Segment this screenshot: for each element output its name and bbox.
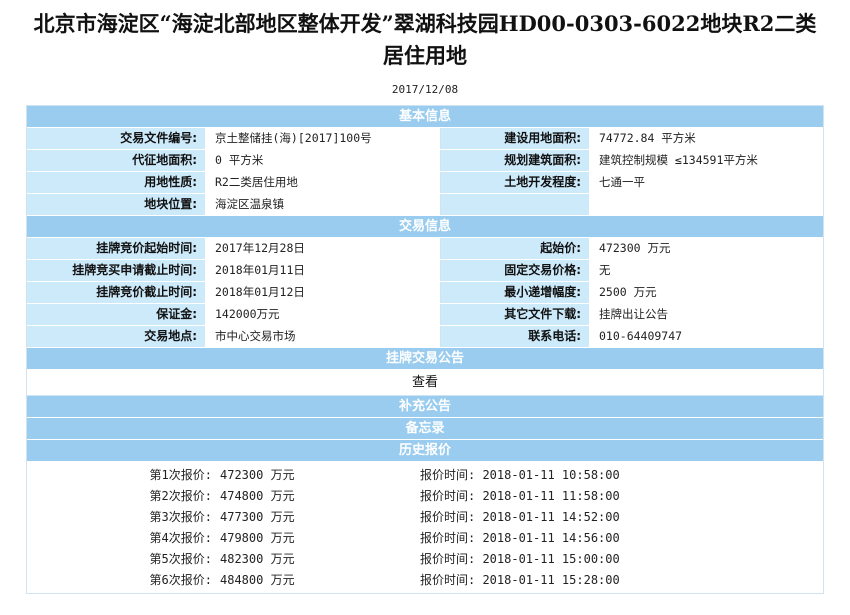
row-label: 建设用地面积: <box>441 128 589 149</box>
table-row: 保证金: 142000万元 其它文件下载: 挂牌出让公告 <box>27 304 823 326</box>
row-label: 挂牌竞价起始时间: <box>27 238 205 259</box>
publish-date: 2017/12/08 <box>391 83 459 96</box>
download-link[interactable]: 挂牌出让公告 <box>589 304 823 325</box>
bid-amount: 474800 万元 <box>220 489 295 503</box>
row-label: 交易文件编号: <box>27 128 205 149</box>
bid-history-list: 第1次报价: 472300 万元 报价时间: 2018-01-11 10:58:… <box>27 462 823 593</box>
row-value: 0 平方米 <box>205 150 441 171</box>
list-item: 第1次报价: 472300 万元 报价时间: 2018-01-11 10:58:… <box>27 465 823 486</box>
table-row: 挂牌竞价截止时间: 2018年01月12日 最小递增幅度: 2500 万元 <box>27 282 823 304</box>
list-item: 第2次报价: 474800 万元 报价时间: 2018-01-11 11:58:… <box>27 486 823 507</box>
bid-time: 报价时间: 2018-01-11 14:52:00 <box>420 510 620 524</box>
list-item: 第6次报价: 484800 万元 报价时间: 2018-01-11 15:28:… <box>27 570 823 591</box>
bid-amount: 479800 万元 <box>220 531 295 545</box>
section-header-memo: 备忘录 <box>27 418 823 440</box>
row-label: 挂牌竞价截止时间: <box>27 282 205 303</box>
table-row: 交易地点: 市中心交易市场 联系电话: 010-64409747 <box>27 326 823 348</box>
bid-number: 第2次报价: <box>149 489 212 503</box>
row-value: 142000万元 <box>205 304 441 325</box>
page-title-line2: 居住用地 <box>383 43 467 68</box>
bid-time: 报价时间: 2018-01-11 14:56:00 <box>420 531 620 545</box>
row-label: 固定交易价格: <box>441 260 589 281</box>
row-label: 土地开发程度: <box>441 172 589 193</box>
row-value: 建筑控制规模 ≤134591平方米 <box>589 150 823 171</box>
bid-number: 第6次报价: <box>149 573 212 587</box>
bid-number: 第3次报价: <box>149 510 212 524</box>
row-label: 最小递增幅度: <box>441 282 589 303</box>
row-label: 代征地面积: <box>27 150 205 171</box>
row-label: 用地性质: <box>27 172 205 193</box>
land-info-table: 基本信息 交易文件编号: 京土整储挂(海)[2017]100号 建设用地面积: … <box>26 105 824 594</box>
row-label: 地块位置: <box>27 194 205 215</box>
row-label: 交易地点: <box>27 326 205 347</box>
table-row: 代征地面积: 0 平方米 规划建筑面积: 建筑控制规模 ≤134591平方米 <box>27 150 823 172</box>
row-label: 规划建筑面积: <box>441 150 589 171</box>
table-row: 用地性质: R2二类居住用地 土地开发程度: 七通一平 <box>27 172 823 194</box>
section-header-supplement: 补充公告 <box>27 396 823 418</box>
table-row: 挂牌竞买申请截止时间: 2018年01月11日 固定交易价格: 无 <box>27 260 823 282</box>
row-value <box>589 194 823 215</box>
bid-time: 报价时间: 2018-01-11 11:58:00 <box>420 489 620 503</box>
row-value: 74772.84 平方米 <box>589 128 823 149</box>
section-header-history: 历史报价 <box>27 440 823 462</box>
row-value: R2二类居住用地 <box>205 172 441 193</box>
row-value: 京土整储挂(海)[2017]100号 <box>205 128 441 149</box>
bid-time: 报价时间: 2018-01-11 15:28:00 <box>420 573 620 587</box>
row-value: 无 <box>589 260 823 281</box>
bid-number: 第4次报价: <box>149 531 212 545</box>
list-item: 第4次报价: 479800 万元 报价时间: 2018-01-11 14:56:… <box>27 528 823 549</box>
row-label: 起始价: <box>441 238 589 259</box>
row-value: 2018年01月12日 <box>205 282 441 303</box>
row-value: 七通一平 <box>589 172 823 193</box>
page-title-line1: 北京市海淀区“海淀北部地区整体开发”翠湖科技园HD00-0303-6022地块R… <box>33 11 817 36</box>
row-label <box>441 194 589 215</box>
section-header-basic: 基本信息 <box>27 106 823 128</box>
row-value: 472300 万元 <box>589 238 823 259</box>
bid-amount: 477300 万元 <box>220 510 295 524</box>
table-row: 地块位置: 海淀区温泉镇 <box>27 194 823 216</box>
page-title: 北京市海淀区“海淀北部地区整体开发”翠湖科技园HD00-0303-6022地块R… <box>0 8 850 72</box>
section-header-trade: 交易信息 <box>27 216 823 238</box>
bid-number: 第1次报价: <box>149 468 212 482</box>
row-value: 010-64409747 <box>589 326 823 347</box>
bid-time: 报价时间: 2018-01-11 15:00:00 <box>420 552 620 566</box>
list-item: 第3次报价: 477300 万元 报价时间: 2018-01-11 14:52:… <box>27 507 823 528</box>
section-header-listing-notice: 挂牌交易公告 <box>27 348 823 370</box>
bid-amount: 484800 万元 <box>220 573 295 587</box>
bid-number: 第5次报价: <box>149 552 212 566</box>
row-value: 市中心交易市场 <box>205 326 441 347</box>
row-value: 2500 万元 <box>589 282 823 303</box>
table-row: 挂牌竞价起始时间: 2017年12月28日 起始价: 472300 万元 <box>27 238 823 260</box>
list-item: 第5次报价: 482300 万元 报价时间: 2018-01-11 15:00:… <box>27 549 823 570</box>
row-label: 挂牌竞买申请截止时间: <box>27 260 205 281</box>
view-link[interactable]: 查看 <box>27 370 823 396</box>
row-value: 2018年01月11日 <box>205 260 441 281</box>
row-value: 2017年12月28日 <box>205 238 441 259</box>
table-row: 交易文件编号: 京土整储挂(海)[2017]100号 建设用地面积: 74772… <box>27 128 823 150</box>
row-label: 其它文件下载: <box>441 304 589 325</box>
row-label: 联系电话: <box>441 326 589 347</box>
bid-amount: 482300 万元 <box>220 552 295 566</box>
row-value: 海淀区温泉镇 <box>205 194 441 215</box>
bid-amount: 472300 万元 <box>220 468 295 482</box>
bid-time: 报价时间: 2018-01-11 10:58:00 <box>420 468 620 482</box>
row-label: 保证金: <box>27 304 205 325</box>
